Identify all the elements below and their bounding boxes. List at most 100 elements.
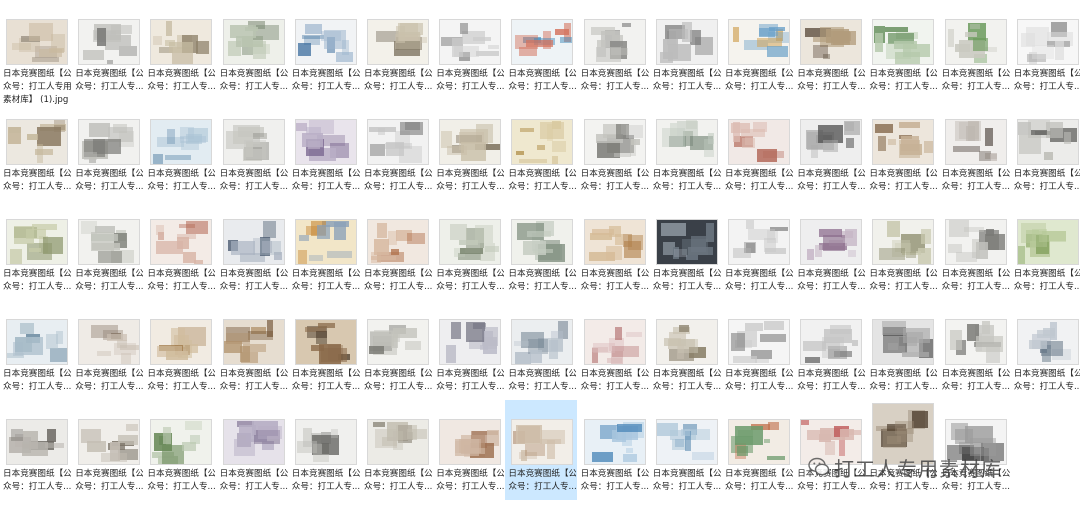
file-name-line: 日本竞赛图纸【公 bbox=[725, 469, 793, 479]
file-item[interactable]: 日本竞赛图纸【公 众号：打工人专... bbox=[361, 400, 433, 500]
file-item[interactable]: 日本竞赛图纸【公 众号：打工人专... bbox=[144, 300, 216, 400]
thumbnail-image bbox=[1017, 220, 1078, 264]
thumbnail-frame bbox=[1017, 118, 1078, 164]
thumbnail-detail bbox=[1046, 121, 1063, 138]
file-item[interactable]: 日本竞赛图纸【公 众号：打工人专用 素材库】 (1).jpg bbox=[0, 0, 72, 105]
file-item[interactable]: 日本竞赛图纸【公 众号：打工人专... bbox=[217, 0, 289, 100]
file-name-line: 日本竞赛图纸【公 bbox=[75, 69, 144, 79]
file-item[interactable]: 日本竞赛图纸【公 众号：打工人专... bbox=[1011, 200, 1080, 300]
file-name-line: 众号：打工人专... bbox=[797, 382, 866, 392]
file-item[interactable]: 日本竞赛图纸【公 众号：打工人专... bbox=[505, 300, 577, 400]
file-item[interactable]: 日本竞赛图纸【公 众号：打工人专... bbox=[866, 0, 938, 100]
file-item[interactable]: 日本竞赛图纸【公 众号：打工人专... bbox=[217, 300, 289, 400]
thumbnail-detail bbox=[372, 421, 385, 428]
file-name-line: 众号：打工人专... bbox=[1013, 382, 1080, 392]
file-item[interactable]: 日本竞赛图纸【公 众号：打工人专... bbox=[794, 0, 866, 100]
file-name-line: 日本竞赛图纸【公 bbox=[436, 469, 505, 479]
file-item[interactable]: 日本竞赛图纸【公 众号：打工人专... bbox=[361, 0, 433, 100]
file-item[interactable]: 日本竞赛图纸【公 众号：打工人专... bbox=[1011, 100, 1080, 200]
file-item[interactable]: 日本竞赛图纸【公 众号：打工人专... bbox=[72, 300, 144, 400]
thumbnail-detail bbox=[193, 259, 204, 264]
thumbnail-frame bbox=[729, 418, 789, 464]
file-item[interactable]: 日本竞赛图纸【公 众号：打工人专... bbox=[939, 200, 1011, 300]
file-item[interactable]: 日本竞赛图纸【公 众号：打工人专... bbox=[433, 100, 505, 200]
thumbnail-image bbox=[873, 220, 934, 264]
file-item[interactable]: 日本竞赛图纸【公 众号：打工人专... bbox=[722, 200, 794, 300]
thumbnail-detail bbox=[458, 131, 485, 151]
thumbnail-detail bbox=[733, 356, 758, 363]
file-name-line: 日本竞赛图纸【公 bbox=[941, 69, 1010, 79]
file-item[interactable]: 日本竞赛图纸【公 众号：打工人专... bbox=[722, 400, 794, 500]
file-name: 日本竞赛图纸【公 众号：打工人专... bbox=[653, 468, 721, 494]
file-item[interactable]: 日本竞赛图纸【公 众号：打工人专... bbox=[0, 200, 72, 300]
file-item[interactable]: 日本竞赛图纸【公 众号：打工人专... bbox=[650, 100, 722, 200]
file-item[interactable]: 日本竞赛图纸【公 众号：打工人专... bbox=[722, 0, 794, 100]
file-item[interactable]: 日本竞赛图纸【公 众号：打工人专... bbox=[939, 400, 1011, 500]
file-item[interactable]: 日本竞赛图纸【公 众号：打工人专... bbox=[794, 400, 866, 500]
file-item[interactable]: 日本竞赛图纸【公 众号：打工人专... bbox=[866, 300, 938, 400]
file-item[interactable]: 日本竞赛图纸【公 众号：打工人专... bbox=[939, 100, 1011, 200]
file-item[interactable]: 日本竞赛图纸【公 众号：打工人专... bbox=[72, 200, 144, 300]
file-item[interactable]: 日本竞赛图纸【公 众号：打工人专... bbox=[866, 400, 938, 500]
file-item[interactable]: 日本竞赛图纸【公 众号：打工人专... bbox=[722, 300, 794, 400]
thumbnail-frame bbox=[223, 218, 284, 264]
file-item[interactable]: 日本竞赛图纸【公 众号：打工人专... bbox=[650, 300, 722, 400]
file-item[interactable]: 日本竞赛图纸【公 众号：打工人专... bbox=[578, 300, 650, 400]
file-item[interactable]: 日本竞赛图纸【公 众号：打工人专... bbox=[289, 200, 361, 300]
file-item[interactable]: 日本竞赛图纸【公 众号：打工人专... bbox=[144, 400, 216, 500]
file-item[interactable]: 日本竞赛图纸【公 众号：打工人专... bbox=[72, 0, 144, 100]
file-item[interactable]: 日本竞赛图纸【公 众号：打工人专... bbox=[939, 0, 1011, 100]
thumbnail-detail bbox=[49, 48, 64, 54]
file-item[interactable]: 日本竞赛图纸【公 众号：打工人专... bbox=[0, 100, 72, 200]
file-item[interactable]: 日本竞赛图纸【公 众号：打工人专... bbox=[0, 400, 72, 500]
file-item[interactable]: 日本竞赛图纸【公 众号：打工人专... bbox=[144, 200, 216, 300]
file-item[interactable]: 日本竞赛图纸【公 众号：打工人专... bbox=[650, 400, 722, 500]
file-item[interactable]: 日本竞赛图纸【公 众号：打工人专... bbox=[217, 200, 289, 300]
file-item[interactable]: 日本竞赛图纸【公 众号：打工人专... bbox=[578, 200, 650, 300]
file-item[interactable]: 日本竞赛图纸【公 众号：打工人专... bbox=[578, 400, 650, 500]
file-item[interactable]: 日本竞赛图纸【公 众号：打工人专... bbox=[1011, 0, 1080, 100]
file-item[interactable]: 日本竞赛图纸【公 众号：打工人专... bbox=[722, 100, 794, 200]
file-item[interactable]: 日本竞赛图纸【公 众号：打工人专... bbox=[866, 200, 938, 300]
file-item[interactable]: 日本竞赛图纸【公 众号：打工人专... bbox=[939, 300, 1011, 400]
thumbnail-frame bbox=[945, 218, 1006, 264]
file-item[interactable]: 日本竞赛图纸【公 众号：打工人专... bbox=[433, 0, 505, 100]
file-item[interactable]: 日本竞赛图纸【公 众号：打工人专... bbox=[650, 0, 722, 100]
file-item[interactable]: 日本竞赛图纸【公 众号：打工人专... bbox=[433, 400, 505, 500]
file-item[interactable]: 日本竞赛图纸【公 众号：打工人专... bbox=[866, 100, 938, 200]
file-item[interactable]: 日本竞赛图纸【公 众号：打工人专... bbox=[217, 400, 289, 500]
file-item[interactable]: 日本竞赛图纸【公 众号：打工人专... bbox=[289, 100, 361, 200]
file-item[interactable]: 日本竞赛图纸【公 众号：打工人专... bbox=[361, 300, 433, 400]
file-item[interactable]: 日本竞赛图纸【公 众号：打工人专... bbox=[794, 100, 866, 200]
file-item[interactable]: 日本竞赛图纸【公 众号：打工人专... bbox=[650, 200, 722, 300]
file-item[interactable]: 日本竞赛图纸【公 众号：打工人专... bbox=[505, 200, 577, 300]
file-item[interactable]: 日本竞赛图纸【公 众号：打工人专... bbox=[794, 300, 866, 400]
file-item[interactable]: 日本竞赛图纸【公 众号：打工人专... bbox=[578, 0, 650, 100]
file-item[interactable]: 日本竞赛图纸【公 众号：打工人专... bbox=[578, 100, 650, 200]
file-item[interactable]: 日本竞赛图纸【公 众号：打工人专... bbox=[289, 400, 361, 500]
file-item[interactable]: 日本竞赛图纸【公 众号：打工人专... bbox=[72, 400, 144, 500]
file-item[interactable]: 日本竞赛图纸【公 众号：打工人专... bbox=[361, 200, 433, 300]
thumbnail-detail bbox=[899, 121, 920, 128]
file-item[interactable]: 日本竞赛图纸【公 众号：打工人专... bbox=[144, 100, 216, 200]
thumbnail-image bbox=[7, 420, 67, 464]
file-item[interactable]: 日本竞赛图纸【公 众号：打工人专... bbox=[1011, 300, 1080, 400]
file-item[interactable]: 日本竞赛图纸【公 众号：打工人专... bbox=[289, 300, 361, 400]
file-item[interactable]: 日本竞赛图纸【公 众号：打工人专... bbox=[433, 300, 505, 400]
thumbnail-detail bbox=[31, 56, 59, 63]
file-item[interactable]: 日本竞赛图纸【公 众号：打工人专... bbox=[144, 0, 216, 100]
file-item[interactable]: 日本竞赛图纸【公 众号：打工人专... bbox=[794, 200, 866, 300]
file-item[interactable]: 日本竞赛图纸【公 众号：打工人专... bbox=[72, 100, 144, 200]
file-item[interactable]: 日本竞赛图纸【公 众号：打工人专... bbox=[505, 400, 578, 500]
file-name-line: 日本竞赛图纸【公 bbox=[652, 369, 721, 379]
file-item[interactable]: 日本竞赛图纸【公 众号：打工人专... bbox=[217, 100, 289, 200]
file-item[interactable]: 日本竞赛图纸【公 众号：打工人专... bbox=[361, 100, 433, 200]
file-item[interactable]: 日本竞赛图纸【公 众号：打工人专... bbox=[289, 0, 361, 100]
file-item[interactable]: 日本竞赛图纸【公 众号：打工人专... bbox=[0, 300, 72, 400]
thumbnail-detail bbox=[320, 348, 348, 362]
file-item[interactable]: 日本竞赛图纸【公 众号：打工人专... bbox=[505, 0, 577, 100]
file-item[interactable]: 日本竞赛图纸【公 众号：打工人专... bbox=[433, 200, 505, 300]
file-name-line: 众号：打工人专... bbox=[580, 382, 649, 392]
file-item[interactable]: 日本竞赛图纸【公 众号：打工人专... bbox=[505, 100, 577, 200]
thumbnail-detail bbox=[12, 43, 31, 50]
